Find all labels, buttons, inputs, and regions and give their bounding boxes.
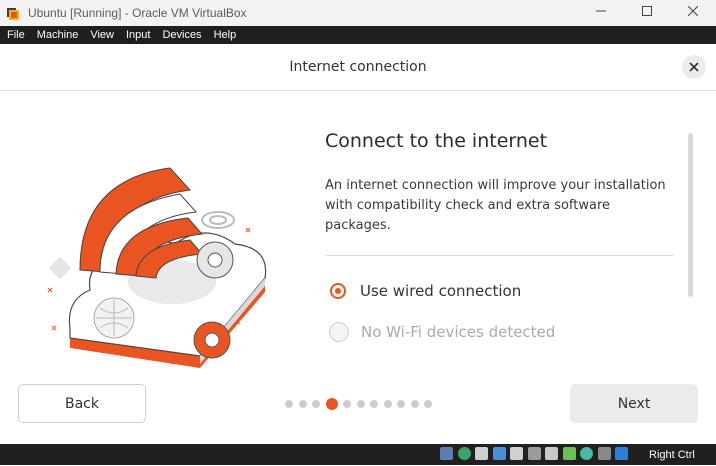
host-key-label: Right Ctrl [649,449,695,461]
maximize-button[interactable] [624,0,670,22]
display-icon[interactable] [545,447,558,460]
progress-dot [424,400,432,408]
progress-dot [298,400,307,408]
option-wifi: No Wi-Fi devices detected [329,322,556,342]
option-wired-connection[interactable]: Use wired connection [330,282,521,300]
page-description: An internet connection will improve your… [325,178,666,233]
progress-dot [356,400,365,408]
arrow-down-icon[interactable] [615,447,628,460]
window-title-bar: Ubuntu [Running] - Oracle VM VirtualBox [0,0,716,26]
video-capture-icon[interactable] [562,447,576,460]
progress-dot [343,400,351,408]
maximize-icon [642,6,652,16]
radio-wired[interactable] [330,283,346,299]
progress-dot [285,400,293,408]
hard-disk-icon[interactable] [440,447,453,460]
progress-dot [312,400,320,408]
virtualbox-logo-icon [6,6,20,21]
minimize-icon [596,10,606,12]
progress-dot [410,400,419,408]
vm-status-bar: Right Ctrl [0,444,716,465]
progress-dots [285,398,438,410]
back-button[interactable]: Back [18,384,146,423]
minimize-button[interactable] [578,0,624,22]
progress-dot [397,400,405,408]
usb-icon[interactable] [510,447,523,460]
optical-drive-icon[interactable] [457,447,471,460]
menu-machine[interactable]: Machine [31,26,85,44]
internet-connection-illustration [40,160,280,370]
network-icon[interactable] [492,447,506,460]
option-wired-label: Use wired connection [360,282,522,300]
close-window-button[interactable] [670,0,716,22]
page-heading: Connect to the internet [325,130,548,152]
audio-icon[interactable] [475,447,488,460]
close-icon [688,6,698,16]
radio-wifi [329,322,349,342]
installer-header: Internet connection [0,44,716,91]
close-icon [689,62,699,72]
scrollbar[interactable] [688,133,693,297]
progress-dot [370,400,378,408]
menu-devices[interactable]: Devices [156,26,207,44]
menubar: File Machine View Input Devices Help [0,26,716,44]
shared-folder-icon[interactable] [527,447,541,460]
divider [325,255,674,256]
menu-help[interactable]: Help [208,26,243,44]
menu-file[interactable]: File [0,26,31,44]
progress-dot-current [325,398,338,410]
installer-close-button[interactable] [682,55,706,79]
progress-dot [383,400,392,408]
window-title: Ubuntu [Running] - Oracle VM VirtualBox [28,6,247,20]
menu-view[interactable]: View [84,26,120,44]
option-wifi-label: No Wi-Fi devices detected [361,323,556,341]
page-title: Internet connection [289,59,427,75]
menu-input[interactable]: Input [120,26,156,44]
mouse-integration-icon[interactable] [580,447,593,460]
cpu-icon[interactable] [597,447,611,460]
next-button[interactable]: Next [570,384,698,423]
